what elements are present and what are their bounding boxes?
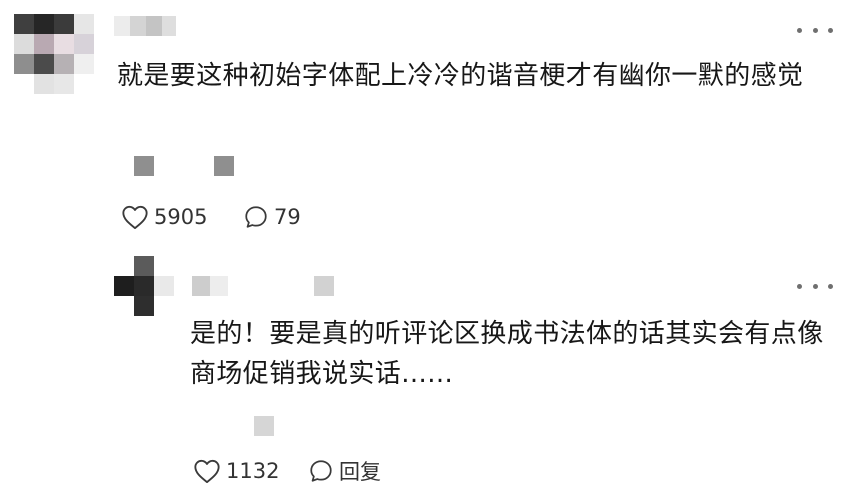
- reply-text: 是的！要是真的听评论区换成书法体的话其实会有点像商场促销我说实话......: [190, 319, 824, 389]
- avatar[interactable]: [114, 256, 174, 316]
- heart-icon: [194, 459, 220, 484]
- comment-bubble-icon: [310, 460, 332, 482]
- reply-button[interactable]: 回复: [308, 456, 381, 486]
- pixelated-sticker: [124, 154, 236, 178]
- comment-text: 就是要这种初始字体配上冷冷的谐音梗才有幽你一默的感觉: [117, 61, 804, 91]
- like-button[interactable]: 5905: [121, 202, 207, 232]
- avatar[interactable]: [14, 14, 94, 96]
- reply-label: 回复: [339, 460, 381, 484]
- username[interactable]: [114, 14, 178, 38]
- username[interactable]: [192, 276, 342, 298]
- like-count: 1132: [226, 459, 280, 483]
- like-count: 5905: [154, 205, 208, 229]
- heart-icon: [122, 205, 148, 230]
- comment-bubble-icon: [245, 206, 267, 228]
- more-icon[interactable]: [797, 22, 833, 38]
- reply-count: 79: [274, 205, 301, 229]
- pixelated-sticker: [252, 414, 282, 440]
- like-button[interactable]: 1132: [193, 456, 279, 486]
- reply-count-button[interactable]: 79: [243, 202, 301, 232]
- more-icon[interactable]: [797, 278, 833, 294]
